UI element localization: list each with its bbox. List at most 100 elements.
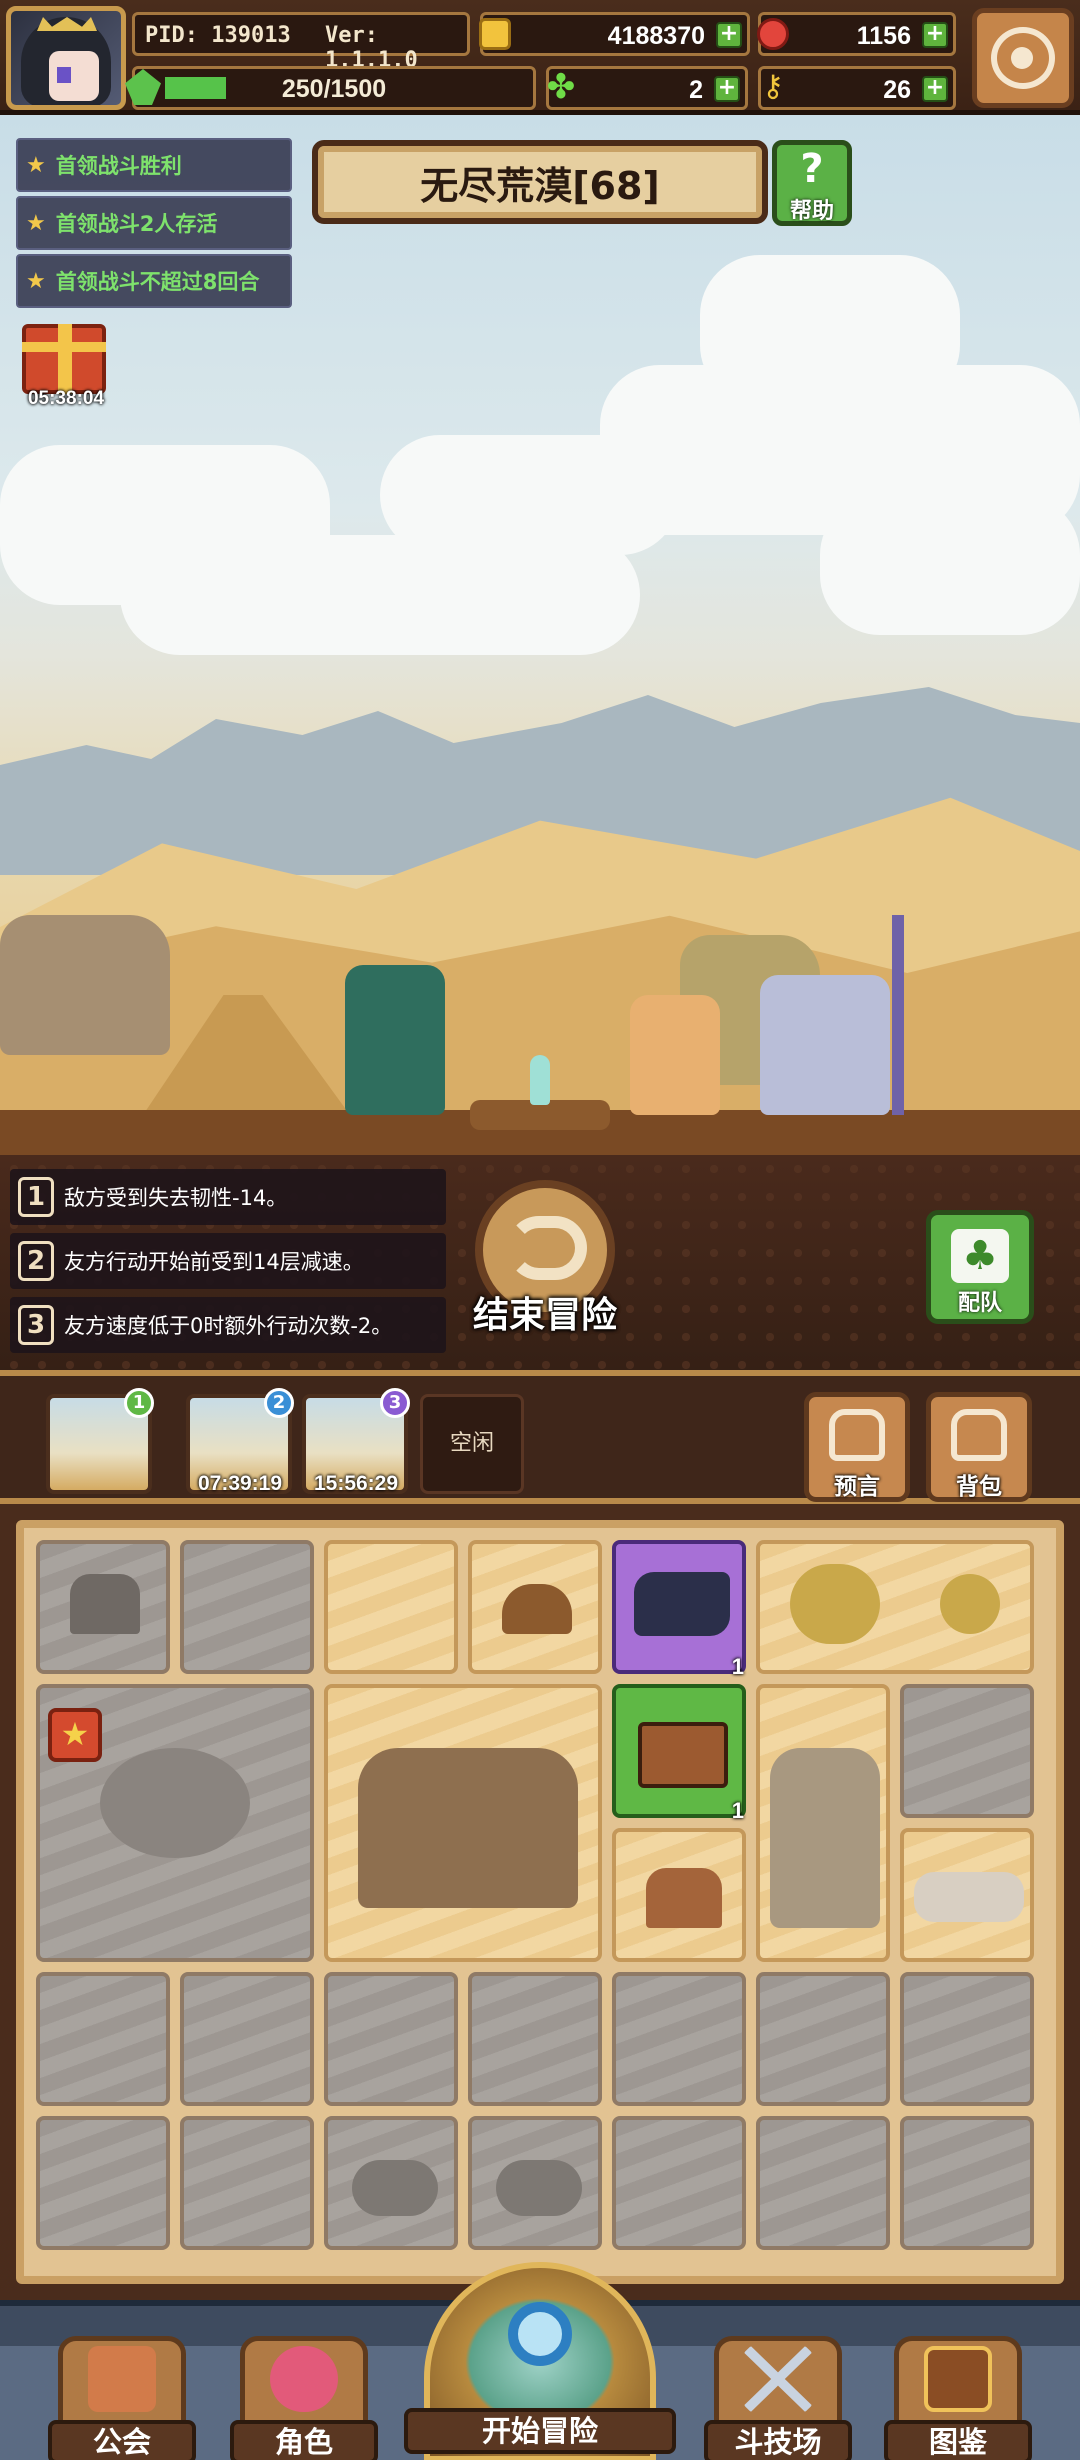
quest-item[interactable]: ★ 首领战斗胜利 [16,138,292,192]
fog-cell[interactable] [468,2116,602,2250]
gem-counter: 1156 + [757,12,956,56]
codex-book-icon [924,2346,992,2412]
fog-cell[interactable] [612,2116,746,2250]
settings-button[interactable] [972,8,1074,108]
item-cell[interactable]: 1 [612,1540,746,1679]
hero-lancer[interactable] [760,975,890,1115]
map-board: 1 1 ★ [16,1520,1064,2284]
fog-cell[interactable] [180,2116,314,2250]
cactus-silhouette-icon [496,2160,582,2216]
player-avatar[interactable] [6,6,126,110]
gold-amount: 4188370 [607,22,705,50]
hero-fox-girl[interactable] [630,995,720,1115]
modifier-row: 2 友方行动开始前受到14层减速。 [10,1233,446,1289]
team-button[interactable]: ♣ 配队 [926,1210,1034,1324]
sand-cell[interactable] [324,1684,602,1962]
purple-boots-item-icon [634,1572,730,1636]
nav-codex-label: 图鉴 [884,2420,1032,2460]
fog-cell[interactable] [756,2116,890,2250]
fog-cell[interactable] [180,1540,314,1674]
magnifier-icon [508,2302,572,2366]
cactus-icon [940,1574,1000,1634]
prophecy-button[interactable]: 预言 [804,1392,910,1502]
nav-guild[interactable]: 公会 [48,2316,196,2460]
favorite-star-icon[interactable]: ★ [48,1708,102,1762]
fog-cell[interactable] [900,1972,1034,2106]
idle-slot[interactable]: 空闲 [420,1394,524,1494]
item-cell[interactable]: 1 [612,1684,746,1823]
start-adventure-button[interactable]: 开始冒险 [404,2262,676,2460]
clover-icon: ✤ [546,67,576,107]
sand-cell[interactable] [468,1540,602,1674]
item-count: 1 [731,1654,744,1679]
desert-rock [0,915,170,1055]
sand-cell[interactable] [900,1828,1034,1962]
backpack-label: 背包 [956,1474,1002,1500]
fog-cell[interactable] [36,2116,170,2250]
fog-cell[interactable] [180,1972,314,2106]
gift-box-icon[interactable] [22,324,106,394]
fog-cell[interactable] [900,1684,1034,1818]
guild-hall-icon [88,2346,156,2412]
end-adventure-button[interactable]: 结束冒险 [455,1180,635,1350]
team-label: 配队 [957,1291,1002,1316]
fog-cell[interactable] [612,1972,746,2106]
fog-cell[interactable] [324,2116,458,2250]
fog-cell[interactable] [756,1972,890,2106]
fog-cell[interactable] [900,2116,1034,2250]
key-icon: ⚷ [762,69,784,104]
prophecy-icon [829,1409,885,1461]
question-icon: ? [800,146,824,192]
sand-cell[interactable] [756,1540,1034,1674]
modifier-text: 敌方受到失去韧性-14。 [64,1186,288,1210]
item-count: 1 [731,1798,744,1823]
lance [892,915,904,1115]
quest-text: 首领战斗不超过8回合 [55,270,260,294]
slot-timer: 07:39:19 [197,1472,283,1495]
fog-cell[interactable] [36,1540,170,1674]
quest-item[interactable]: ★ 首领战斗2人存活 [16,196,292,250]
star-icon: ★ [26,152,46,178]
backpack-icon [951,1409,1007,1461]
quest-item[interactable]: ★ 首领战斗不超过8回合 [16,254,292,308]
add-clover-button[interactable]: + [714,76,740,102]
add-keys-button[interactable]: + [922,76,948,102]
nav-arena-label: 斗技场 [704,2420,852,2460]
chest-silhouette-icon [70,1574,140,1634]
slot-badge: 1 [124,1388,154,1418]
nav-arena[interactable]: 斗技场 [704,2316,852,2460]
add-gems-button[interactable]: + [922,22,948,48]
gem-amount: 1156 [856,22,911,50]
backpack-button[interactable]: 背包 [926,1392,1032,1502]
start-adventure-label: 开始冒险 [404,2408,676,2454]
expedition-slot[interactable]: 1 [46,1388,154,1494]
star-icon: ★ [26,268,46,294]
help-button[interactable]: ? 帮助 [772,140,852,226]
sand-cell[interactable] [756,1684,890,1962]
cloud [820,495,1080,635]
gold-counter: 4188370 + [479,12,750,56]
cooking-pot-icon [502,1584,572,1634]
pid-version-bar: PID: 139013 Ver: 1.1.1.0 [132,12,470,73]
add-gold-button[interactable]: + [716,22,742,48]
hero-bunny-girl[interactable] [345,965,445,1115]
expedition-slot-strip: 1 2 07:39:19 3 15:56:29 空闲 预言 背包 [0,1370,1080,1504]
modifier-number: 3 [18,1305,54,1345]
sand-cell[interactable] [324,1540,458,1674]
top-hud: PID: 139013 Ver: 1.1.1.0 4188370 + 1156 … [0,0,1080,115]
fog-cell[interactable] [36,1972,170,2106]
player-id: PID: 139013 [145,23,291,48]
nav-codex[interactable]: 图鉴 [884,2316,1032,2460]
nav-character[interactable]: 角色 [230,2316,378,2460]
return-arrow-icon [507,1216,587,1280]
quest-text: 首领战斗2人存活 [55,212,218,236]
fog-cell[interactable] [324,1972,458,2106]
nav-character-label: 角色 [230,2420,378,2460]
team-icon: ♣ [951,1229,1009,1283]
cactus-silhouette-icon [352,2160,438,2216]
sinkhole-icon [100,1748,250,1858]
sand-cell[interactable] [612,1828,746,1962]
cactus-icon [790,1564,880,1644]
fog-cell[interactable] [468,1972,602,2106]
quest-list: ★ 首领战斗胜利 ★ 首领战斗2人存活 ★ 首领战斗不超过8回合 [16,138,292,312]
